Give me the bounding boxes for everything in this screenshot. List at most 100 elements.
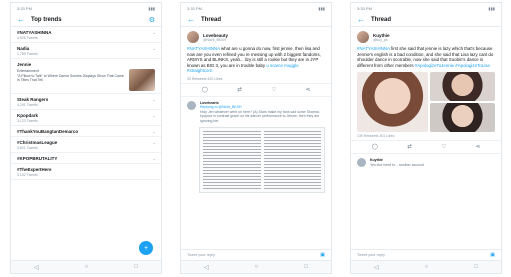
hashtag-link[interactable]: #NATYASHINNA — [187, 46, 220, 51]
trend-count: 1,789 Tweets — [17, 52, 38, 56]
tweet-stats: 33 Retweets 420 Likes — [181, 75, 331, 84]
avatar[interactable] — [187, 31, 199, 43]
back-icon[interactable]: ← — [17, 15, 25, 24]
square-recent-icon[interactable]: □ — [474, 264, 478, 270]
trend-item[interactable]: #ChristmasLeague 9,821 Tweets ⌄ — [11, 137, 161, 153]
tweet-header: Lovebeauty @Nicht_BKSH — [181, 27, 331, 45]
page-title: Thread — [201, 16, 222, 23]
chevron-down-icon[interactable]: ⌄ — [153, 140, 156, 145]
reply-text: Yes she need to... another account — [370, 162, 424, 167]
photo-3[interactable] — [430, 103, 495, 133]
tweet-photo-grid — [357, 72, 495, 133]
reply-input[interactable]: Tweet your reply ▣ — [181, 249, 331, 260]
chevron-down-icon[interactable]: ⌄ — [153, 46, 156, 51]
trend-name: #ThankYouBangtanDemarco — [17, 129, 79, 134]
tweet-body: #NATYASHINNA what are u gonna do now, fi… — [181, 45, 331, 75]
retweet-icon[interactable]: ⇄ — [237, 87, 242, 93]
system-nav-bar: ◁ ○ □ — [181, 260, 331, 273]
avatar[interactable] — [357, 31, 369, 43]
trend-item-with-news[interactable]: Jennie Entertainment "A Pillow to Talk" t… — [11, 59, 161, 94]
author-name[interactable]: Kuythie — [373, 33, 390, 38]
circle-home-icon[interactable]: ○ — [255, 264, 259, 270]
reply-tweet[interactable]: Lovehearts Replying to @Nicht_BKSH Holy … — [181, 97, 331, 125]
trend-item[interactable]: #KPOPBRUTALITY ⌄ — [11, 153, 161, 164]
share-icon[interactable]: ⋖ — [306, 87, 311, 93]
compose-button[interactable]: + — [139, 241, 153, 255]
reply-icon[interactable]: ◯ — [202, 87, 208, 93]
trend-name: #NATYASHINNA — [17, 30, 52, 35]
trend-item[interactable]: Steak Rangers 4,291 Tweets ⌄ — [11, 94, 161, 110]
trend-name: Steak Rangers — [17, 97, 49, 102]
signal-icon: ▮▮▮ — [318, 5, 325, 11]
trend-item[interactable]: #ThankYouBangtanDemarco ⌄ — [11, 126, 161, 137]
system-nav-bar: ◁ ○ □ — [351, 260, 501, 273]
status-bar: 3:33 PM ▮▮▮ — [181, 3, 331, 13]
hashtag-link[interactable]: #NATYASHINNA — [357, 46, 390, 51]
gear-icon[interactable]: ⚙ — [149, 16, 155, 24]
image-icon[interactable]: ▣ — [320, 252, 325, 258]
chevron-down-icon[interactable]: ⌄ — [153, 156, 156, 161]
tweet-body: #NATYASHINNA first she said that jennie … — [351, 45, 501, 69]
signal-icon: ▮▮▮ — [148, 5, 155, 11]
status-time: 3:33 PM — [17, 5, 32, 11]
attached-image[interactable] — [199, 127, 325, 193]
back-icon[interactable]: ← — [187, 15, 195, 24]
reply-placeholder: Tweet your reply — [357, 253, 385, 257]
trend-count: 3,123 Tweets — [17, 119, 38, 123]
trend-item[interactable]: Kpopdark 3,123 Tweets ⌄ — [11, 110, 161, 126]
trend-name: #KPOPBRUTALITY — [17, 156, 58, 161]
tweet-tags-link[interactable]: #ApologizeToJennie #ApologizeToLisa — [415, 63, 490, 68]
phone-thread-1: 3:33 PM ▮▮▮ ← Thread Lovebeauty @Nicht_B… — [180, 2, 332, 274]
tweet-actions: ◯ ⇄ ♡ ⋖ — [351, 141, 501, 155]
tweet-actions: ◯ ⇄ ♡ ⋖ — [181, 84, 331, 97]
square-recent-icon[interactable]: □ — [134, 264, 138, 270]
status-time: 3:33 PM — [187, 5, 202, 11]
chevron-down-icon[interactable]: ⌄ — [153, 30, 156, 35]
phone-trends: 3:33 PM ▮▮▮ ← Top trends ⚙ #NATYASHINNA 4… — [10, 2, 162, 274]
trend-name: #TheExpertHere — [17, 167, 52, 172]
reply-text: Holy Jen whatever went on here? (A) Star… — [200, 109, 320, 123]
trend-item[interactable]: Nadia 1,789 Tweets ⌄ — [11, 43, 161, 59]
reply-input[interactable]: Tweet your reply ▣ — [351, 249, 501, 260]
photo-1[interactable] — [357, 72, 429, 133]
heart-icon[interactable]: ♡ — [441, 144, 446, 150]
chevron-down-icon[interactable]: ⌄ — [153, 97, 156, 102]
triangle-back-icon[interactable]: ◁ — [374, 264, 379, 271]
author-handle: @Nicht_BKSH — [203, 37, 227, 42]
share-icon[interactable]: ⋖ — [476, 144, 481, 150]
page-title: Top trends — [31, 16, 62, 23]
reply-placeholder: Tweet your reply — [187, 253, 215, 257]
status-bar: 3:33 PM ▮▮▮ — [351, 3, 501, 13]
avatar[interactable] — [187, 100, 196, 110]
signal-icon: ▮▮▮ — [488, 5, 495, 11]
triangle-back-icon[interactable]: ◁ — [204, 264, 209, 271]
avatar[interactable] — [357, 158, 366, 168]
trend-name: #ChristmasLeague — [17, 140, 58, 145]
chevron-down-icon[interactable]: ⌄ — [153, 113, 156, 118]
chevron-down-icon[interactable]: ⌄ — [153, 129, 156, 134]
reply-tweet[interactable]: Kuythie Yes she need to... another accou… — [351, 154, 501, 169]
news-thumbnail[interactable] — [129, 69, 155, 91]
trend-name: Jennie — [17, 62, 32, 67]
author-name[interactable]: Lovebeauty — [203, 33, 228, 38]
author-handle: @kuy_ps — [373, 37, 388, 42]
status-bar: 3:33 PM ▮▮▮ — [11, 3, 161, 13]
back-icon[interactable]: ← — [357, 15, 365, 24]
circle-home-icon[interactable]: ○ — [85, 264, 89, 270]
reply-icon[interactable]: ◯ — [372, 144, 378, 150]
image-icon[interactable]: ▣ — [490, 252, 495, 258]
news-headline: "A Pillow to Talk" to Where Dance Scenes… — [17, 73, 124, 83]
retweet-icon[interactable]: ⇄ — [407, 144, 412, 150]
phone-thread-2: 3:33 PM ▮▮▮ ← Thread Kuythie @kuy_ps #NA… — [350, 2, 502, 274]
trend-item[interactable]: #NATYASHINNA 4,526 Tweets ⌄ — [11, 27, 161, 43]
trend-name: Nadia — [17, 46, 30, 51]
trend-item[interactable]: #TheExpertHere 3,102 Tweets — [11, 164, 161, 180]
photo-2[interactable] — [430, 72, 495, 102]
trends-appbar: ← Top trends ⚙ — [11, 13, 161, 27]
system-nav-bar: ◁ ○ □ — [11, 260, 161, 273]
heart-icon[interactable]: ♡ — [271, 87, 276, 93]
square-recent-icon[interactable]: □ — [304, 264, 308, 270]
page-title: Thread — [371, 16, 392, 23]
triangle-back-icon[interactable]: ◁ — [34, 264, 39, 271]
circle-home-icon[interactable]: ○ — [425, 264, 429, 270]
